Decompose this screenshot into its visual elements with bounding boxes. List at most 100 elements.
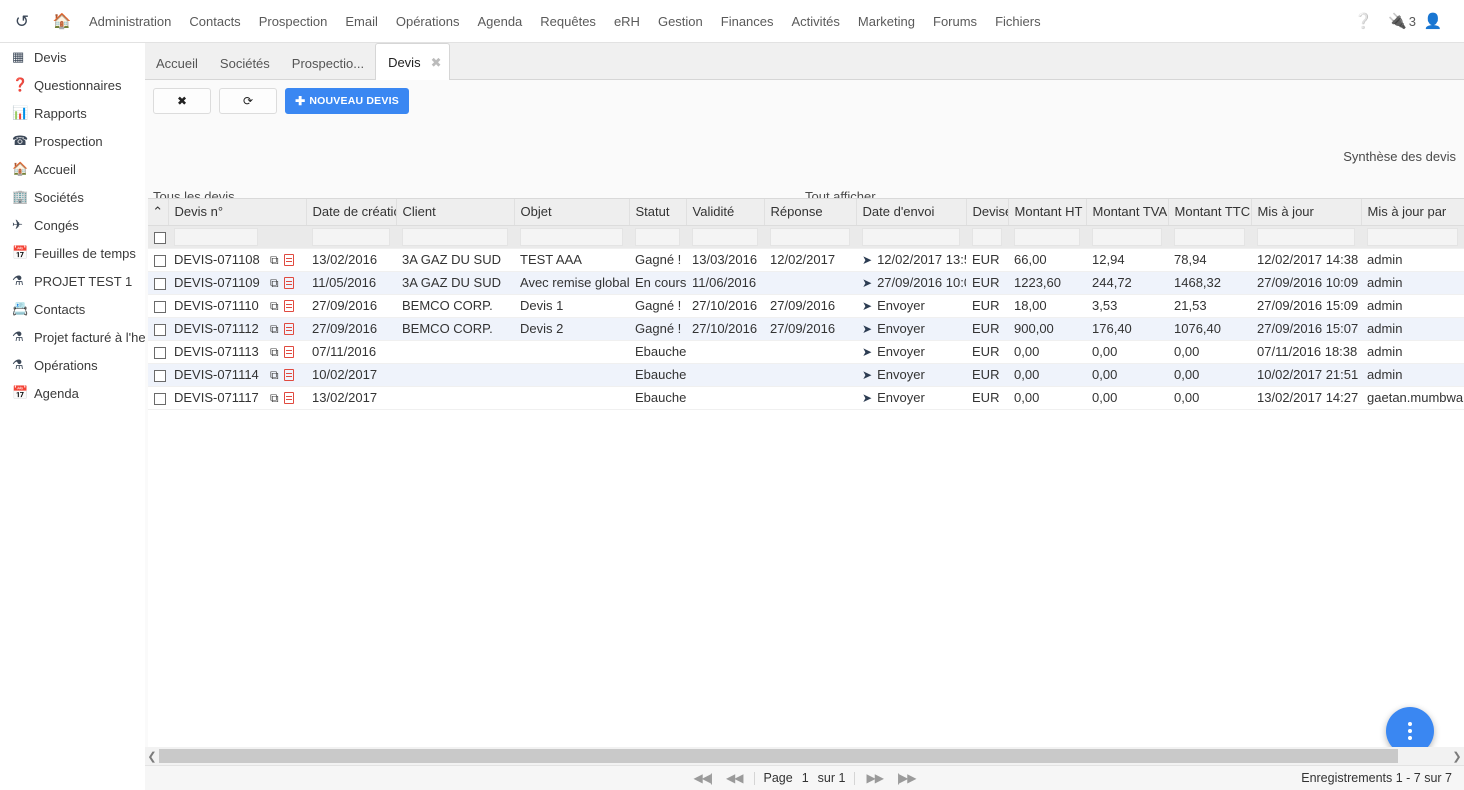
checkbox-icon[interactable] <box>154 277 166 290</box>
top-nav-link-activit-s[interactable]: Activités <box>783 14 849 29</box>
duplicate-icon[interactable]: ⧉ <box>270 276 279 290</box>
row-checkbox[interactable] <box>148 271 168 295</box>
sidebar-item-feuilles-de-temps[interactable]: 📅 Feuilles de temps <box>0 239 145 267</box>
sidebar-item-accueil[interactable]: 🏠 Accueil <box>0 155 145 183</box>
column-filter-input[interactable] <box>514 225 630 249</box>
sidebar-item-questionnaires[interactable]: ❓ Questionnaires <box>0 71 145 99</box>
next-page-icon[interactable]: ▶▶ <box>859 771 889 785</box>
close-icon[interactable]: ✖ <box>431 44 442 81</box>
prev-page-icon[interactable]: ◀◀ <box>719 771 749 785</box>
new-devis-button[interactable]: ✚ NOUVEAU DEVIS <box>285 88 409 114</box>
chevron-up-double-icon[interactable]: ⌃ <box>152 204 163 219</box>
filter-box[interactable] <box>770 227 851 246</box>
send-plane-icon[interactable]: ➤ <box>862 391 872 405</box>
cell-devis[interactable]: DEVIS-071109 <box>168 271 264 295</box>
select-all-checkbox[interactable] <box>148 225 168 249</box>
top-nav-link-forums[interactable]: Forums <box>924 14 986 29</box>
filter-box[interactable] <box>1257 227 1356 246</box>
column-header-client[interactable]: Client <box>396 199 515 226</box>
table-row[interactable]: DEVIS-071108 ⧉ 13/02/2016 3A GAZ DU SUD TEST… <box>148 248 1464 272</box>
send-plane-icon[interactable]: ➤ <box>862 345 872 359</box>
horizontal-scrollbar[interactable]: ❮ ❯ <box>145 747 1464 765</box>
filter-box[interactable] <box>270 228 300 246</box>
column-filter-input[interactable] <box>1251 225 1362 249</box>
pdf-icon[interactable] <box>283 322 294 335</box>
filter-box[interactable] <box>1367 227 1459 246</box>
column-filter-input[interactable] <box>168 225 264 249</box>
sidebar-item-soci-t-s[interactable]: 🏢 Sociétés <box>0 183 145 211</box>
top-nav-link-requ-tes[interactable]: Requêtes <box>531 14 605 29</box>
cell-devis[interactable]: DEVIS-071112 <box>168 317 264 341</box>
page-number-input[interactable]: 1 <box>798 771 813 785</box>
column-header-devis-n-[interactable]: Devis n° <box>168 199 307 226</box>
last-page-icon[interactable]: |▶▶ <box>890 771 923 785</box>
column-header-date-d-envoi[interactable]: Date d'envoi <box>856 199 967 226</box>
table-row[interactable]: DEVIS-071112 ⧉ 27/09/2016 BEMCO CORP. Devis … <box>148 317 1464 341</box>
table-row[interactable]: DEVIS-071113 ⧉ 07/11/2016 Ebauche ➤ Envoyer EU… <box>148 340 1464 364</box>
tab-devis[interactable]: Devis ✖ <box>375 43 451 81</box>
checkbox-icon[interactable] <box>154 392 166 405</box>
filter-box[interactable] <box>1014 227 1081 246</box>
column-filter-input[interactable] <box>306 225 397 249</box>
column-filter-input[interactable] <box>686 225 765 249</box>
home-icon[interactable]: 🏠 <box>44 12 80 30</box>
sidebar-item-agenda[interactable]: 📅 Agenda <box>0 379 145 407</box>
pdf-icon[interactable] <box>283 276 294 289</box>
column-filter-input[interactable] <box>1168 225 1252 249</box>
send-plane-icon[interactable]: ➤ <box>862 253 872 267</box>
table-row[interactable]: DEVIS-071117 ⧉ 13/02/2017 Ebauche ➤ Envoyer EU… <box>148 386 1464 410</box>
column-header-montant-ht[interactable]: Montant HT <box>1008 199 1087 226</box>
column-header-date-de-cr-ation[interactable]: Date de création <box>306 199 397 226</box>
column-header-montant-tva[interactable]: Montant TVA <box>1086 199 1169 226</box>
checkbox-icon[interactable] <box>154 369 166 382</box>
top-nav-link-finances[interactable]: Finances <box>712 14 783 29</box>
top-nav-link-marketing[interactable]: Marketing <box>849 14 924 29</box>
duplicate-icon[interactable]: ⧉ <box>270 299 279 313</box>
scrollbar-thumb[interactable] <box>159 749 1399 763</box>
filter-box[interactable] <box>635 227 681 246</box>
sidebar-item-op-rations[interactable]: ⚗ Opérations <box>0 351 145 379</box>
tab-accueil[interactable]: Accueil <box>145 49 209 79</box>
filter-box[interactable] <box>692 227 759 246</box>
column-header-statut[interactable]: Statut <box>629 199 687 226</box>
column-header-objet[interactable]: Objet <box>514 199 630 226</box>
pdf-icon[interactable] <box>283 299 294 312</box>
duplicate-icon[interactable]: ⧉ <box>270 368 279 382</box>
tab-prospectio-[interactable]: Prospectio... <box>281 49 375 79</box>
top-nav-link-contacts[interactable]: Contacts <box>180 14 249 29</box>
filter-box[interactable] <box>402 227 509 246</box>
pdf-icon[interactable] <box>283 368 294 381</box>
top-nav-link-erh[interactable]: eRH <box>605 14 649 29</box>
column-filter-input[interactable] <box>1086 225 1169 249</box>
column-filter-input[interactable] <box>764 225 857 249</box>
send-plane-icon[interactable]: ➤ <box>862 299 872 313</box>
checkbox-icon[interactable] <box>154 346 166 359</box>
tab-soci-t-s[interactable]: Sociétés <box>209 49 281 79</box>
duplicate-icon[interactable]: ⧉ <box>270 253 279 267</box>
close-button[interactable]: ✖ <box>153 88 211 114</box>
scroll-right-icon[interactable]: ❯ <box>1450 750 1464 763</box>
column-filter-input[interactable] <box>1361 225 1464 249</box>
filter-box[interactable] <box>1174 227 1246 246</box>
top-nav-link-administration[interactable]: Administration <box>80 14 180 29</box>
sidebar-item-contacts[interactable]: 📇 Contacts <box>0 295 145 323</box>
pdf-icon[interactable] <box>283 345 294 358</box>
row-checkbox[interactable] <box>148 294 168 318</box>
filter-box[interactable] <box>174 227 258 246</box>
row-checkbox[interactable] <box>148 386 168 410</box>
row-checkbox[interactable] <box>148 317 168 341</box>
duplicate-icon[interactable]: ⧉ <box>270 391 279 405</box>
scrollbar-track[interactable] <box>159 749 1450 763</box>
row-checkbox[interactable] <box>148 248 168 272</box>
filter-box[interactable] <box>312 227 391 246</box>
sidebar-item-cong-s[interactable]: ✈ Congés <box>0 211 145 239</box>
sidebar-item-devis[interactable]: ▦ Devis <box>0 43 145 71</box>
table-row[interactable]: DEVIS-071109 ⧉ 11/05/2016 3A GAZ DU SUD Avec… <box>148 271 1464 295</box>
table-row[interactable]: DEVIS-071114 ⧉ 10/02/2017 Ebauche ➤ Envoyer EU… <box>148 363 1464 387</box>
column-filter-input[interactable] <box>1008 225 1087 249</box>
filter-box[interactable] <box>520 227 624 246</box>
pdf-icon[interactable] <box>283 391 294 404</box>
checkbox-icon[interactable] <box>154 231 166 244</box>
duplicate-icon[interactable]: ⧉ <box>270 322 279 336</box>
first-page-icon[interactable]: ◀◀| <box>686 771 719 785</box>
